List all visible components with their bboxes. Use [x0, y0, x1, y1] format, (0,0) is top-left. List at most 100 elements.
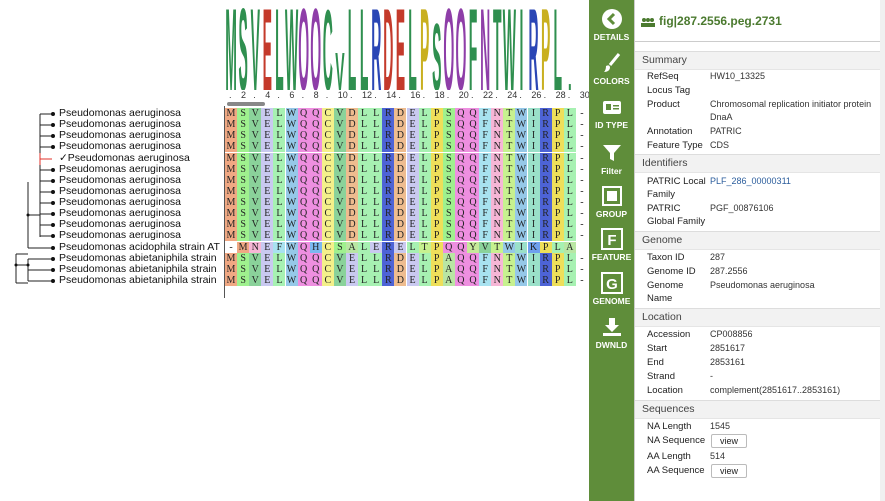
- residue-cell: F: [479, 153, 492, 164]
- id-type-tool[interactable]: ID TYPE: [589, 96, 634, 130]
- residue-cell: I: [527, 153, 540, 164]
- residue-cell: R: [539, 108, 552, 119]
- residue-cell: P: [430, 186, 443, 197]
- summary-header: Summary: [635, 51, 885, 70]
- residue-cell: I: [527, 130, 540, 141]
- residue-cell: D: [346, 164, 358, 175]
- residue-cell: L: [563, 130, 576, 141]
- residue-cell: R: [382, 230, 395, 241]
- residue-cell: F: [479, 108, 492, 119]
- residue-cell: A: [346, 242, 358, 253]
- residue-cell: Q: [467, 208, 479, 219]
- residue-cell: F: [479, 186, 492, 197]
- logo-letter: E: [396, 0, 405, 90]
- taxon-label[interactable]: Pseudomonas aeruginosa: [59, 141, 181, 152]
- colors-tool[interactable]: COLORS: [589, 52, 634, 86]
- residue-cell: W: [285, 208, 298, 219]
- residue-cell: Q: [454, 208, 467, 219]
- residue-cell: L: [370, 197, 383, 208]
- residue-cell: -: [575, 219, 588, 230]
- residue-cell: P: [430, 153, 443, 164]
- residue-cell: L: [563, 153, 576, 164]
- residue-cell: -: [575, 230, 588, 241]
- logo-letter: P: [420, 0, 429, 90]
- residue-cell: C: [321, 175, 334, 186]
- residue-cell: S: [442, 197, 455, 208]
- residue-cell: V: [333, 175, 346, 186]
- na-length-value: 1545: [710, 421, 731, 431]
- residue-cell: E: [406, 108, 419, 119]
- residue-cell: R: [539, 219, 552, 230]
- residue-cell: D: [394, 197, 407, 208]
- residue-cell: A: [442, 253, 455, 264]
- taxon-label[interactable]: Pseudomonas abietaniphila strain: [59, 275, 217, 286]
- taxon-key: Taxon ID: [647, 252, 685, 263]
- download-tool[interactable]: DWNLD: [589, 316, 634, 350]
- group-tool[interactable]: GROUP: [589, 185, 634, 219]
- residue-cell: L: [551, 242, 564, 253]
- horizontal-scrollbar[interactable]: [227, 102, 265, 106]
- residue-cell: V: [333, 253, 346, 264]
- residue-cell: Q: [297, 242, 310, 253]
- residue-cell: V: [333, 208, 346, 219]
- na-sequence-view-button[interactable]: view: [711, 434, 748, 448]
- residue-cell: Q: [467, 197, 479, 208]
- residue-cell: L: [563, 197, 576, 208]
- aa-sequence-view-button[interactable]: view: [711, 464, 748, 478]
- residue-cell: L: [418, 153, 431, 164]
- annotation-value: PATRIC: [710, 126, 742, 136]
- residue-cell: E: [261, 141, 274, 152]
- panel-scrollbar[interactable]: [880, 0, 885, 501]
- start-key: Start: [647, 343, 668, 354]
- logo-letter: Q: [310, 0, 321, 90]
- residue-cell: V: [333, 164, 346, 175]
- residue-cell: D: [394, 186, 407, 197]
- ruler-dot: .: [301, 90, 305, 100]
- residue-cell: F: [479, 141, 492, 152]
- logo-letter: N: [480, 0, 490, 90]
- residue-cell: C: [321, 153, 334, 164]
- residue-cell: Q: [297, 175, 310, 186]
- residue-cell: I: [527, 164, 540, 175]
- residue-cell: W: [515, 208, 528, 219]
- residue-cell: L: [370, 119, 383, 130]
- residue-cell: T: [503, 108, 516, 119]
- residue-cell: W: [515, 264, 528, 275]
- ruler-dot: .: [567, 90, 571, 100]
- residue-cell: V: [249, 230, 262, 241]
- residue-cell: L: [370, 186, 383, 197]
- filter-tool[interactable]: Filter: [589, 142, 634, 176]
- residue-cell: C: [321, 264, 334, 275]
- residue-cell: Q: [297, 230, 310, 241]
- sequences-header: Sequences: [635, 400, 885, 419]
- residue-cell: W: [515, 175, 528, 186]
- residue-cell: D: [394, 208, 407, 219]
- locus-key: Locus Tag: [647, 85, 691, 96]
- residue-cell: Q: [442, 242, 455, 253]
- residue-cell: I: [515, 242, 528, 253]
- residue-cell: K: [527, 242, 540, 253]
- residue-cell: M: [225, 208, 237, 219]
- residue-cell: R: [539, 186, 552, 197]
- genome-id-value: 287.2556: [710, 266, 748, 276]
- strand-key: Strand: [647, 371, 675, 382]
- details-tool[interactable]: DETAILS: [589, 8, 634, 42]
- residue-cell: L: [563, 175, 576, 186]
- residue-cell: -: [575, 264, 588, 275]
- residue-cell: N: [491, 164, 504, 175]
- residue-cell: S: [237, 264, 250, 275]
- residue-cell: S: [442, 119, 455, 130]
- residue-cell: W: [285, 141, 298, 152]
- residue-cell: D: [394, 119, 407, 130]
- plf-link[interactable]: PLF_286_00000311: [710, 175, 878, 188]
- ruler-dot: .: [277, 90, 280, 100]
- residue-cell: L: [563, 264, 576, 275]
- taxon-label[interactable]: Pseudomonas aeruginosa: [59, 230, 181, 241]
- genome-tool[interactable]: G GENOME: [589, 272, 634, 306]
- residue-cell: Q: [467, 275, 479, 286]
- feature-tool[interactable]: F FEATURE: [589, 228, 634, 262]
- residue-cell: M: [225, 264, 237, 275]
- residue-cell: W: [515, 141, 528, 152]
- residue-cell: P: [551, 164, 564, 175]
- feature-icon: F: [600, 228, 623, 250]
